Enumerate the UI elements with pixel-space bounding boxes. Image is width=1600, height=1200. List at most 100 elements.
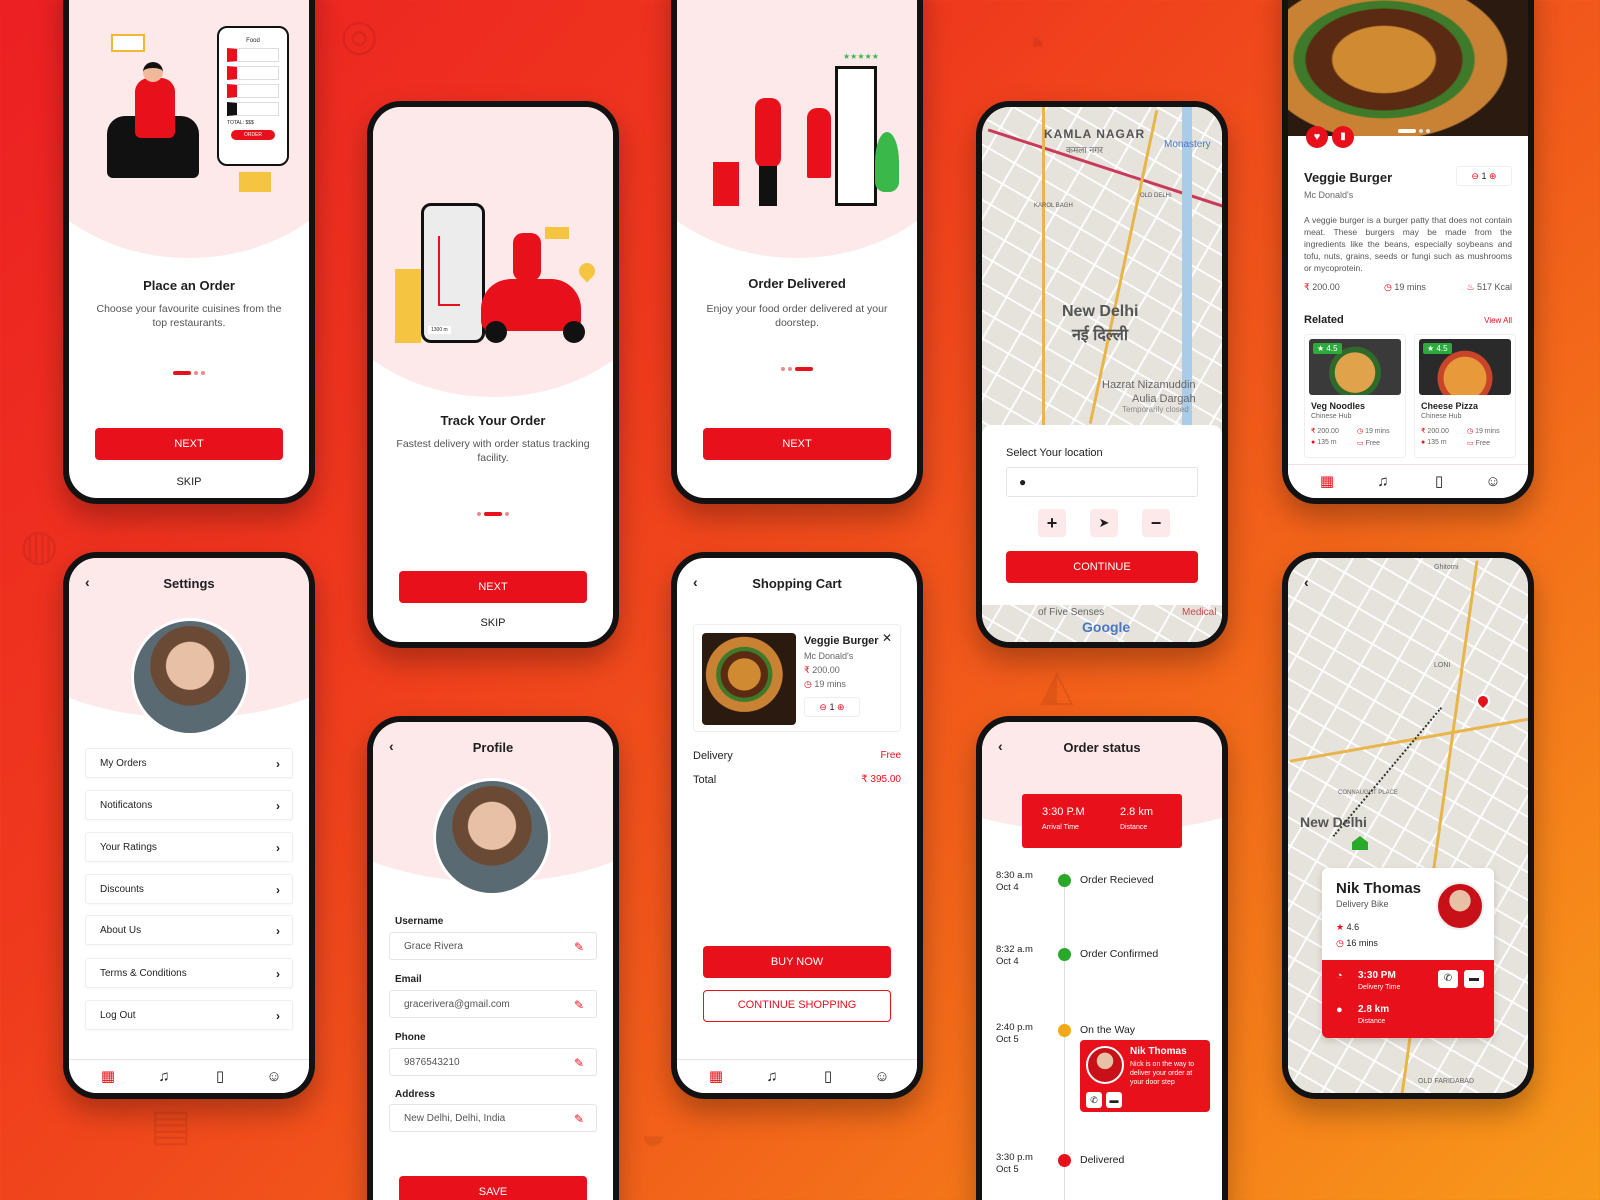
home-grid-icon[interactable]: ▦ — [99, 1068, 117, 1086]
continue-shopping-button[interactable]: CONTINUE SHOPPING — [703, 990, 891, 1022]
driver-avatar — [1436, 882, 1484, 930]
decrement-icon[interactable]: ⊖ — [819, 702, 827, 712]
next-button[interactable]: NEXT — [399, 571, 587, 603]
illus-customer — [807, 108, 831, 178]
step-time: 8:32 a.m — [996, 944, 1033, 955]
image-dot — [1425, 128, 1430, 133]
illus-distance: 1300 m — [428, 326, 451, 334]
menu-notifications[interactable]: Notificatons › — [85, 790, 293, 820]
skip-button[interactable]: SKIP — [373, 617, 613, 629]
edit-pencil-icon[interactable]: ✎ — [574, 1049, 584, 1077]
illus-door — [835, 66, 877, 206]
related-card[interactable]: ★ 4.5 Cheese Pizza Chinese Hub ₹ 200.00 … — [1414, 334, 1516, 458]
phone-field[interactable]: 9876543210 ✎ — [389, 1048, 597, 1076]
burger-icon: ◒ — [640, 1110, 667, 1159]
user-icon[interactable]: ☺ — [1484, 473, 1502, 491]
page-dot — [505, 511, 509, 516]
related-card[interactable]: ★ 4.5 Veg Noodles Chinese Hub ₹ 200.00 ◷… — [1304, 334, 1406, 458]
related-time: ◷ 19 mins — [1467, 428, 1500, 435]
edit-pencil-icon[interactable]: ✎ — [574, 933, 584, 961]
increment-icon[interactable]: ⊕ — [1489, 171, 1497, 181]
menu-my-orders[interactable]: My Orders › — [85, 748, 293, 778]
address-label: Address — [395, 1089, 436, 1100]
quantity-stepper[interactable]: ⊖ 1 ⊕ — [1456, 166, 1512, 186]
illus-row — [227, 102, 279, 116]
chat-icon[interactable]: ▬ — [1106, 1092, 1122, 1108]
menu-log-out[interactable]: Log Out › — [85, 1000, 293, 1030]
delivery-label: Delivery — [693, 750, 733, 762]
onboarding-track-order-screen: 1300 m Track Your Order Fastest delivery… — [367, 101, 619, 648]
image-indicator — [1396, 122, 1431, 140]
driver-eta: ◷ 16 mins — [1336, 938, 1378, 948]
heart-icon: ♥ — [1313, 131, 1321, 143]
menu-your-ratings[interactable]: Your Ratings › — [85, 832, 293, 862]
step-pending-dot — [1058, 1154, 1071, 1167]
notification-bell-icon[interactable]: ♫ — [155, 1068, 173, 1086]
skip-button[interactable]: SKIP — [69, 476, 309, 488]
location-input[interactable]: ● — [1006, 467, 1198, 497]
notification-bell-icon[interactable]: ♫ — [763, 1068, 781, 1086]
next-button[interactable]: NEXT — [703, 428, 891, 460]
username-field[interactable]: Grace Rivera ✎ — [389, 932, 597, 960]
location-panel: Select Your location ● + ➤ − CONTINUE — [982, 425, 1222, 605]
user-icon[interactable]: ☺ — [265, 1068, 283, 1086]
onboarding-place-order-screen: Food TOTAL: $$$ ORDER Place an Order Cho… — [63, 0, 315, 504]
chevron-right-icon: › — [276, 757, 280, 771]
illus-courier-legs — [759, 166, 777, 206]
home-grid-icon[interactable]: ▦ — [1318, 473, 1336, 491]
flame-icon: ♨ — [1466, 282, 1475, 292]
related-distance: ● 135 m — [1421, 439, 1447, 446]
save-button[interactable]: SAVE — [399, 1176, 587, 1200]
step-label: Order Confirmed — [1080, 948, 1159, 960]
bookmark-icon[interactable]: ▯ — [211, 1068, 229, 1086]
page-dot — [781, 366, 785, 371]
page-dot — [201, 370, 205, 375]
calorie-stat: ♨ 517 Kcal — [1466, 282, 1512, 292]
illus-head — [143, 62, 163, 82]
home-grid-icon[interactable]: ▦ — [707, 1068, 725, 1086]
product-detail-screen: ♥ ▮ Veggie Burger Mc Donald's ⊖ 1 ⊕ A ve… — [1282, 0, 1534, 504]
favorite-button[interactable]: ♥ — [1306, 126, 1328, 148]
delivery-distance-label: Distance — [1358, 1018, 1386, 1025]
call-icon[interactable]: ✆ — [1438, 970, 1458, 988]
delivery-time-label: Delivery Time — [1358, 984, 1401, 991]
shopping-cart-screen: ‹ Shopping Cart Veggie Burger Mc Donald'… — [671, 552, 923, 1099]
back-icon[interactable]: ‹ — [1304, 574, 1309, 590]
decrement-icon[interactable]: ⊖ — [1471, 171, 1479, 181]
menu-about-us[interactable]: About Us › — [85, 915, 293, 945]
buy-now-button[interactable]: BUY NOW — [703, 946, 891, 978]
bookmark-button[interactable]: ▮ — [1332, 126, 1354, 148]
menu-discounts[interactable]: Discounts › — [85, 874, 293, 904]
menu-terms[interactable]: Terms & Conditions › — [85, 958, 293, 988]
notification-bell-icon[interactable]: ♫ — [1374, 473, 1392, 491]
email-label: Email — [395, 974, 422, 985]
view-all-link[interactable]: View All — [1484, 316, 1512, 325]
close-icon[interactable]: ✕ — [882, 631, 892, 645]
map-label-closed: Temporarily closed — [1122, 405, 1189, 414]
email-field[interactable]: gracerivera@gmail.com ✎ — [389, 990, 597, 1018]
illus-route — [438, 236, 460, 306]
increment-icon[interactable]: ⊕ — [837, 702, 845, 712]
clock-icon: ◷ — [1384, 282, 1392, 292]
related-distance: ● 135 m — [1311, 439, 1337, 446]
continue-button[interactable]: CONTINUE — [1006, 551, 1198, 583]
navigate-button[interactable]: ➤ — [1090, 509, 1118, 537]
chat-icon[interactable]: ▬ — [1464, 970, 1484, 988]
quantity-stepper[interactable]: ⊖ 1 ⊕ — [804, 697, 860, 717]
bookmark-icon[interactable]: ▯ — [1430, 473, 1448, 491]
profile-screen: ‹ Profile Username Grace Rivera ✎ Email g… — [367, 716, 619, 1200]
user-icon[interactable]: ☺ — [873, 1068, 891, 1086]
bookmark-icon[interactable]: ▯ — [819, 1068, 837, 1086]
edit-pencil-icon[interactable]: ✎ — [574, 991, 584, 1019]
edit-pencil-icon[interactable]: ✎ — [574, 1105, 584, 1133]
related-time: ◷ 19 mins — [1357, 428, 1390, 435]
address-field[interactable]: New Delhi, Delhi, India ✎ — [389, 1104, 597, 1132]
zoom-in-button[interactable]: + — [1038, 509, 1066, 537]
page-indicator — [69, 364, 309, 382]
zoom-out-button[interactable]: − — [1142, 509, 1170, 537]
distance-label: Distance — [1120, 824, 1148, 831]
bottom-nav: ▦ ♫ ▯ ☺ — [677, 1059, 917, 1093]
call-icon[interactable]: ✆ — [1086, 1092, 1102, 1108]
next-button[interactable]: NEXT — [95, 428, 283, 460]
phone-label: Phone — [395, 1032, 426, 1043]
